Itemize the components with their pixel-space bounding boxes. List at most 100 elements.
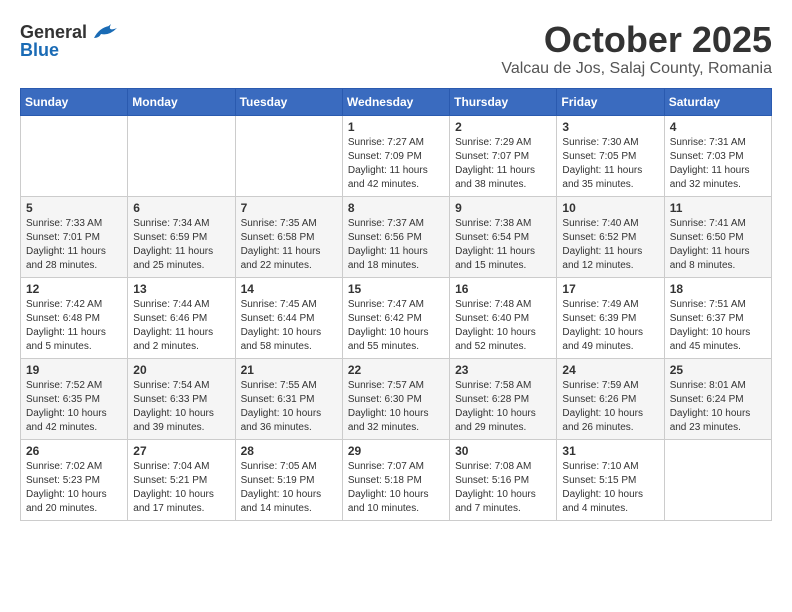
day-info: Sunrise: 7:33 AM Sunset: 7:01 PM Dayligh…: [26, 217, 122, 273]
day-number: 3: [562, 120, 658, 134]
day-number: 31: [562, 444, 658, 458]
week-row-4: 19 Sunrise: 7:52 AM Sunset: 6:35 PM Dayli…: [21, 358, 772, 439]
day-info: Sunrise: 7:04 AM Sunset: 5:21 PM Dayligh…: [133, 460, 229, 516]
location-subtitle: Valcau de Jos, Salaj County, Romania: [501, 60, 772, 78]
day-number: 29: [348, 444, 444, 458]
day-number: 7: [241, 201, 337, 215]
day-info: Sunrise: 7:07 AM Sunset: 5:18 PM Dayligh…: [348, 460, 444, 516]
day-number: 28: [241, 444, 337, 458]
day-number: 4: [670, 120, 766, 134]
day-info: Sunrise: 7:52 AM Sunset: 6:35 PM Dayligh…: [26, 379, 122, 435]
day-number: 8: [348, 201, 444, 215]
day-number: 1: [348, 120, 444, 134]
day-cell-31: 31 Sunrise: 7:10 AM Sunset: 5:15 PM Dayli…: [557, 439, 664, 520]
day-info: Sunrise: 7:34 AM Sunset: 6:59 PM Dayligh…: [133, 217, 229, 273]
day-info: Sunrise: 7:58 AM Sunset: 6:28 PM Dayligh…: [455, 379, 551, 435]
week-row-3: 12 Sunrise: 7:42 AM Sunset: 6:48 PM Dayli…: [21, 277, 772, 358]
weekday-header-saturday: Saturday: [664, 88, 771, 115]
day-number: 6: [133, 201, 229, 215]
empty-cell: [21, 115, 128, 196]
day-info: Sunrise: 7:37 AM Sunset: 6:56 PM Dayligh…: [348, 217, 444, 273]
day-cell-30: 30Sunrise: 7:08 AM Sunset: 5:16 PM Dayli…: [450, 439, 557, 520]
day-info: Sunrise: 7:05 AM Sunset: 5:19 PM Dayligh…: [241, 460, 337, 516]
day-cell-22: 22 Sunrise: 7:57 AM Sunset: 6:30 PM Dayli…: [342, 358, 449, 439]
day-number: 9: [455, 201, 551, 215]
week-row-1: 1Sunrise: 7:27 AM Sunset: 7:09 PM Daylig…: [21, 115, 772, 196]
day-info: Sunrise: 7:31 AM Sunset: 7:03 PM Dayligh…: [670, 136, 766, 192]
day-number: 2: [455, 120, 551, 134]
day-cell-11: 11 Sunrise: 7:41 AM Sunset: 6:50 PM Dayli…: [664, 196, 771, 277]
day-info: Sunrise: 7:45 AM Sunset: 6:44 PM Dayligh…: [241, 298, 337, 354]
day-cell-21: 21 Sunrise: 7:55 AM Sunset: 6:31 PM Dayli…: [235, 358, 342, 439]
page-header: General Blue October 2025 Valcau de Jos,…: [20, 20, 772, 78]
weekday-header-row: SundayMondayTuesdayWednesdayThursdayFrid…: [21, 88, 772, 115]
day-cell-28: 28 Sunrise: 7:05 AM Sunset: 5:19 PM Dayli…: [235, 439, 342, 520]
day-cell-3: 3Sunrise: 7:30 AM Sunset: 7:05 PM Daylig…: [557, 115, 664, 196]
day-cell-5: 5 Sunrise: 7:33 AM Sunset: 7:01 PM Daylig…: [21, 196, 128, 277]
day-info: Sunrise: 7:42 AM Sunset: 6:48 PM Dayligh…: [26, 298, 122, 354]
day-cell-19: 19 Sunrise: 7:52 AM Sunset: 6:35 PM Dayli…: [21, 358, 128, 439]
day-number: 25: [670, 363, 766, 377]
day-cell-20: 20 Sunrise: 7:54 AM Sunset: 6:33 PM Dayli…: [128, 358, 235, 439]
week-row-5: 26Sunrise: 7:02 AM Sunset: 5:23 PM Dayli…: [21, 439, 772, 520]
day-number: 12: [26, 282, 122, 296]
day-number: 11: [670, 201, 766, 215]
day-info: Sunrise: 7:49 AM Sunset: 6:39 PM Dayligh…: [562, 298, 658, 354]
weekday-header-wednesday: Wednesday: [342, 88, 449, 115]
day-number: 19: [26, 363, 122, 377]
logo: General Blue: [20, 20, 119, 61]
day-number: 13: [133, 282, 229, 296]
day-cell-18: 18 Sunrise: 7:51 AM Sunset: 6:37 PM Dayli…: [664, 277, 771, 358]
day-cell-23: 23 Sunrise: 7:58 AM Sunset: 6:28 PM Dayli…: [450, 358, 557, 439]
day-info: Sunrise: 7:48 AM Sunset: 6:40 PM Dayligh…: [455, 298, 551, 354]
day-number: 20: [133, 363, 229, 377]
day-number: 16: [455, 282, 551, 296]
day-number: 5: [26, 201, 122, 215]
day-info: Sunrise: 7:59 AM Sunset: 6:26 PM Dayligh…: [562, 379, 658, 435]
day-info: Sunrise: 7:35 AM Sunset: 6:58 PM Dayligh…: [241, 217, 337, 273]
day-cell-26: 26Sunrise: 7:02 AM Sunset: 5:23 PM Dayli…: [21, 439, 128, 520]
day-cell-24: 24 Sunrise: 7:59 AM Sunset: 6:26 PM Dayli…: [557, 358, 664, 439]
day-number: 18: [670, 282, 766, 296]
day-cell-17: 17Sunrise: 7:49 AM Sunset: 6:39 PM Dayli…: [557, 277, 664, 358]
day-info: Sunrise: 7:41 AM Sunset: 6:50 PM Dayligh…: [670, 217, 766, 273]
day-info: Sunrise: 7:44 AM Sunset: 6:46 PM Dayligh…: [133, 298, 229, 354]
day-cell-16: 16 Sunrise: 7:48 AM Sunset: 6:40 PM Dayli…: [450, 277, 557, 358]
day-info: Sunrise: 7:47 AM Sunset: 6:42 PM Dayligh…: [348, 298, 444, 354]
day-cell-13: 13 Sunrise: 7:44 AM Sunset: 6:46 PM Dayli…: [128, 277, 235, 358]
day-number: 14: [241, 282, 337, 296]
weekday-header-thursday: Thursday: [450, 88, 557, 115]
day-number: 22: [348, 363, 444, 377]
title-block: October 2025 Valcau de Jos, Salaj County…: [501, 20, 772, 78]
empty-cell: [664, 439, 771, 520]
day-info: Sunrise: 7:51 AM Sunset: 6:37 PM Dayligh…: [670, 298, 766, 354]
day-cell-25: 25 Sunrise: 8:01 AM Sunset: 6:24 PM Dayli…: [664, 358, 771, 439]
day-cell-10: 10Sunrise: 7:40 AM Sunset: 6:52 PM Dayli…: [557, 196, 664, 277]
day-info: Sunrise: 7:10 AM Sunset: 5:15 PM Dayligh…: [562, 460, 658, 516]
day-number: 24: [562, 363, 658, 377]
day-cell-15: 15Sunrise: 7:47 AM Sunset: 6:42 PM Dayli…: [342, 277, 449, 358]
day-info: Sunrise: 7:08 AM Sunset: 5:16 PM Dayligh…: [455, 460, 551, 516]
weekday-header-monday: Monday: [128, 88, 235, 115]
day-info: Sunrise: 7:55 AM Sunset: 6:31 PM Dayligh…: [241, 379, 337, 435]
day-number: 21: [241, 363, 337, 377]
day-cell-8: 8 Sunrise: 7:37 AM Sunset: 6:56 PM Daylig…: [342, 196, 449, 277]
logo-bird-icon: [89, 20, 119, 44]
day-cell-12: 12 Sunrise: 7:42 AM Sunset: 6:48 PM Dayli…: [21, 277, 128, 358]
weekday-header-tuesday: Tuesday: [235, 88, 342, 115]
day-info: Sunrise: 7:54 AM Sunset: 6:33 PM Dayligh…: [133, 379, 229, 435]
day-info: Sunrise: 8:01 AM Sunset: 6:24 PM Dayligh…: [670, 379, 766, 435]
day-info: Sunrise: 7:38 AM Sunset: 6:54 PM Dayligh…: [455, 217, 551, 273]
day-number: 10: [562, 201, 658, 215]
day-number: 23: [455, 363, 551, 377]
day-cell-9: 9 Sunrise: 7:38 AM Sunset: 6:54 PM Daylig…: [450, 196, 557, 277]
calendar-table: SundayMondayTuesdayWednesdayThursdayFrid…: [20, 88, 772, 521]
day-info: Sunrise: 7:57 AM Sunset: 6:30 PM Dayligh…: [348, 379, 444, 435]
day-cell-7: 7 Sunrise: 7:35 AM Sunset: 6:58 PM Daylig…: [235, 196, 342, 277]
weekday-header-friday: Friday: [557, 88, 664, 115]
day-number: 26: [26, 444, 122, 458]
week-row-2: 5 Sunrise: 7:33 AM Sunset: 7:01 PM Daylig…: [21, 196, 772, 277]
weekday-header-sunday: Sunday: [21, 88, 128, 115]
empty-cell: [235, 115, 342, 196]
logo-blue-text: Blue: [20, 40, 59, 61]
